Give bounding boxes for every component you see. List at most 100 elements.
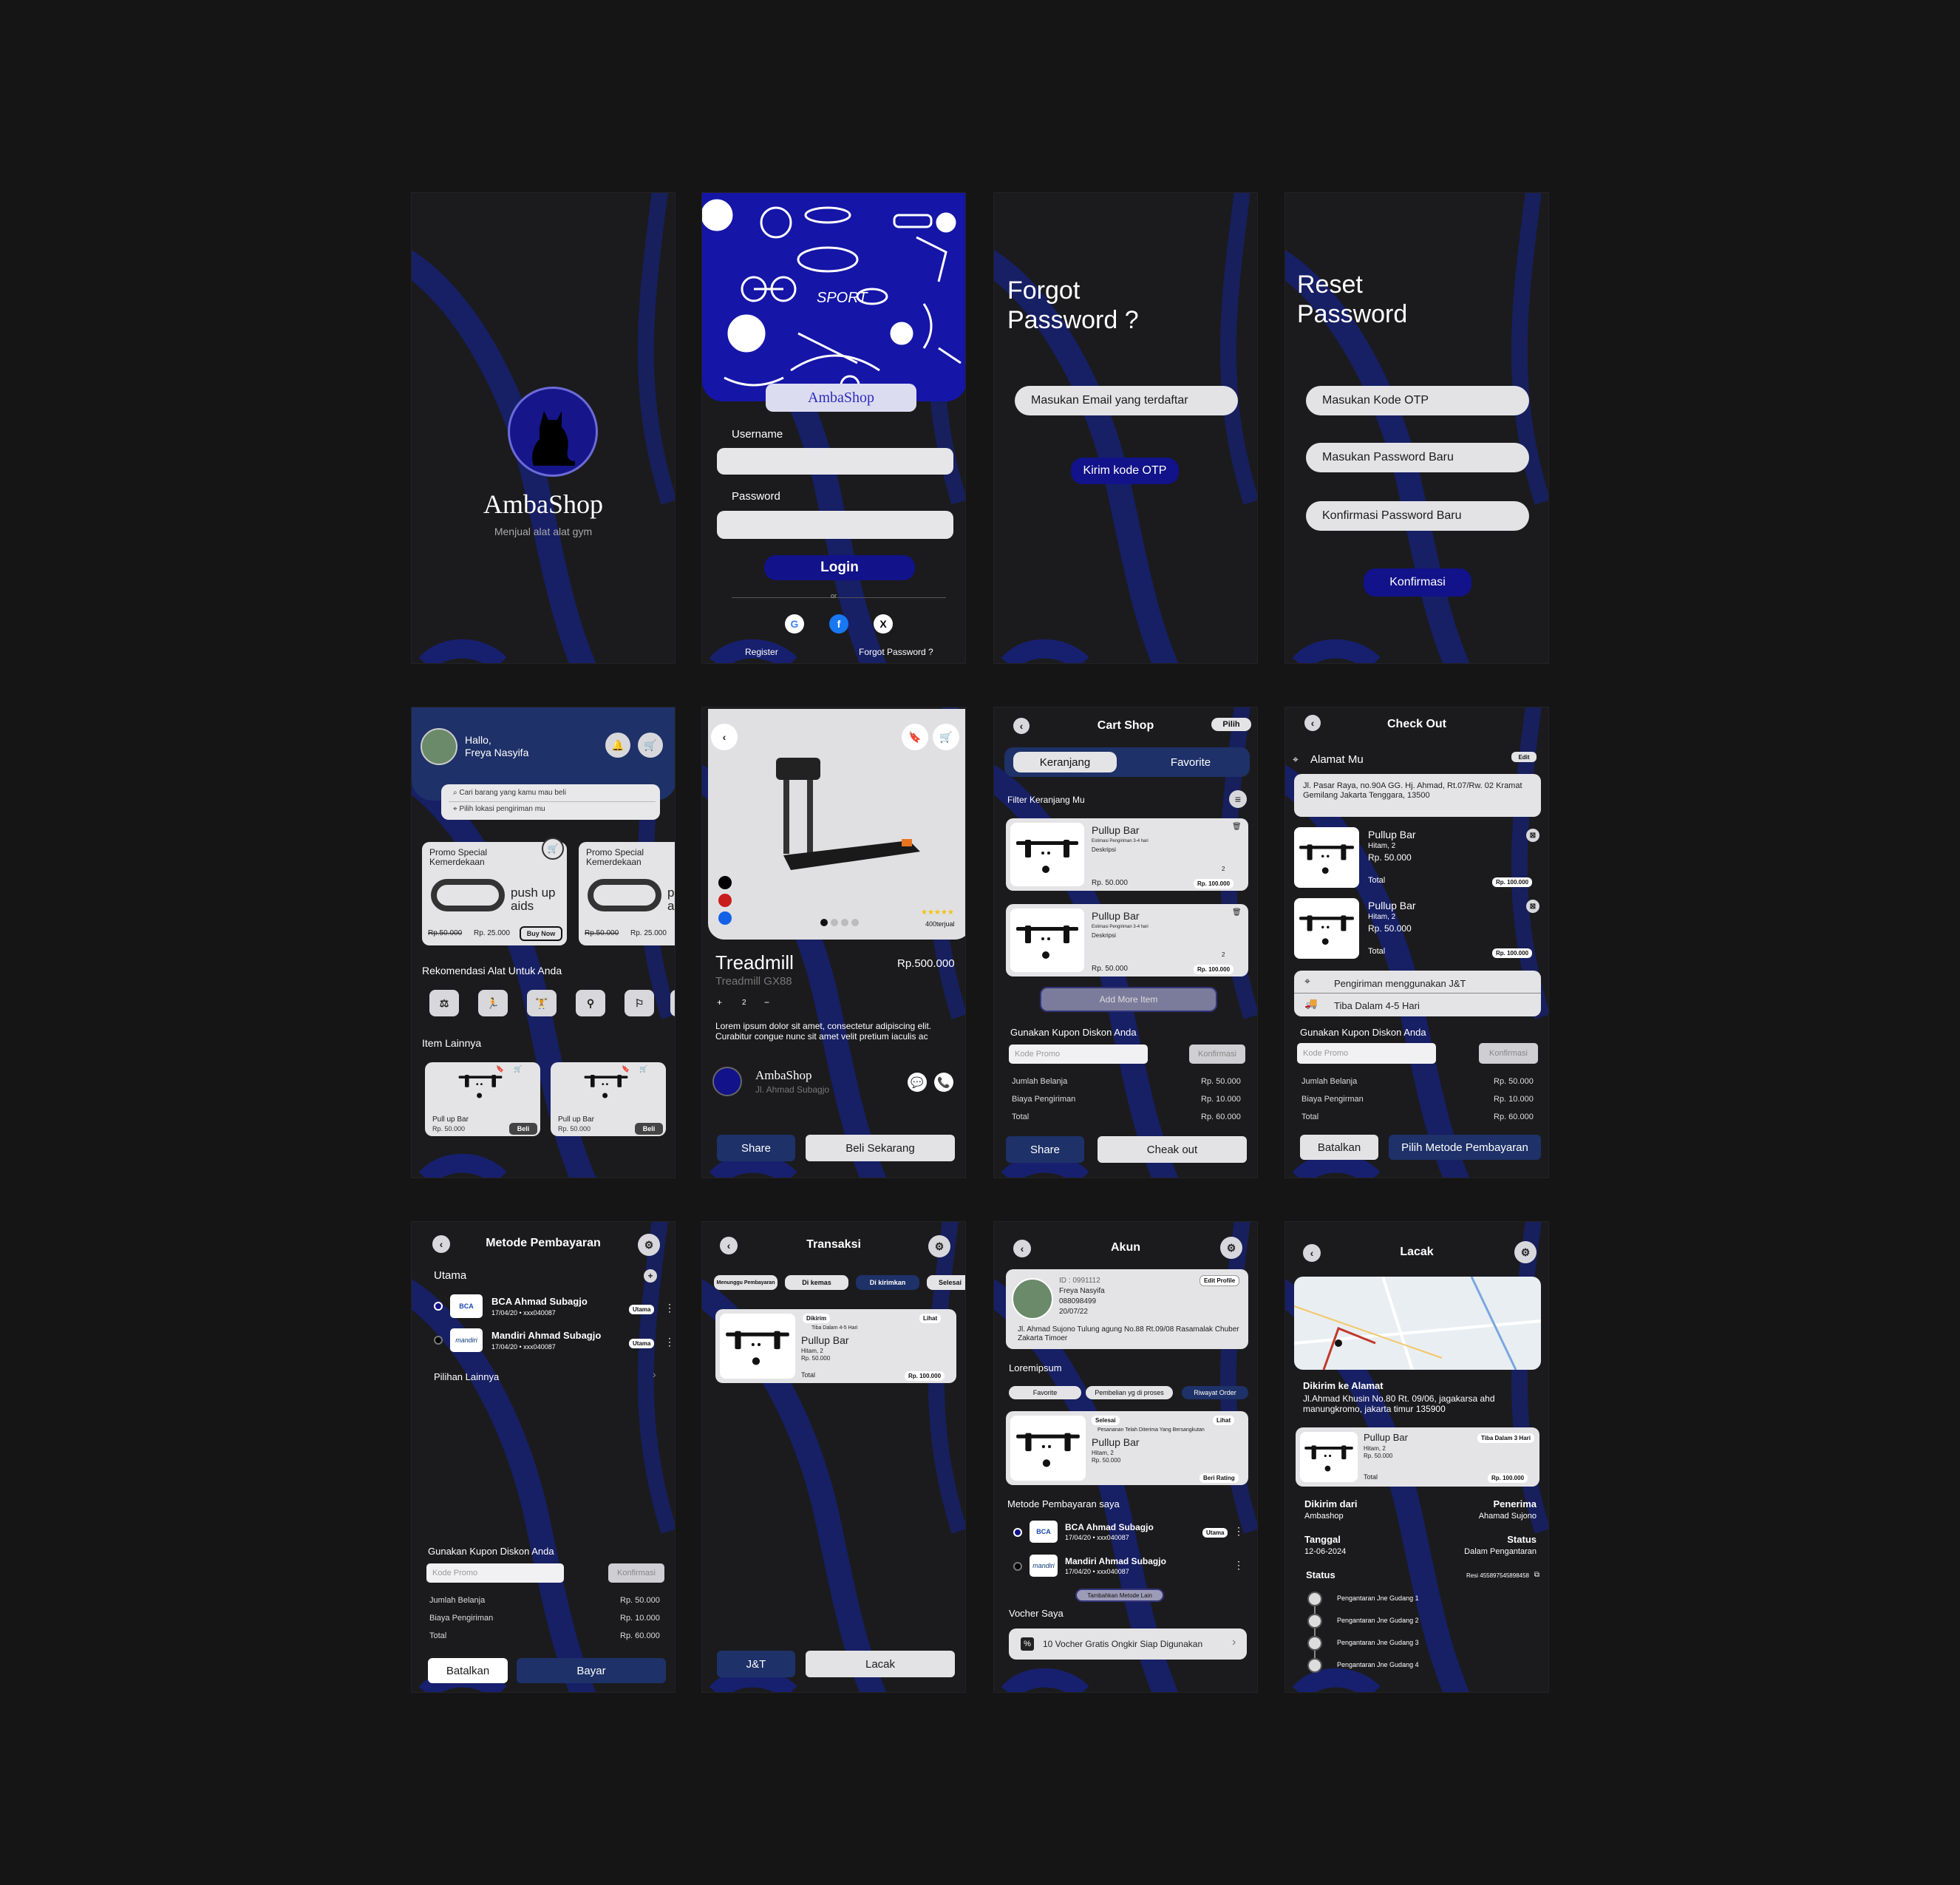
- settings-icon[interactable]: ⚙: [1514, 1241, 1537, 1263]
- delete-icon[interactable]: ⊠: [1526, 900, 1539, 913]
- kettlebell-icon[interactable]: ⚲: [576, 990, 605, 1016]
- buy-now-button[interactable]: Buy Now: [520, 926, 562, 941]
- voucher-card[interactable]: % 10 Vocher Gratis Ongkir Siap Digunakan…: [1009, 1628, 1247, 1660]
- confirm-password-field[interactable]: Konfirmasi Password Baru: [1306, 501, 1529, 531]
- cart-item[interactable]: Pullup Bar Estimasi Pengiriman 3-4 hari …: [1006, 818, 1248, 891]
- tab-favorite[interactable]: Favorite: [1009, 1386, 1081, 1399]
- tab-order-history[interactable]: Riwayat Order: [1182, 1386, 1248, 1399]
- login-button[interactable]: Login: [764, 555, 915, 580]
- location-input[interactable]: ⌖ Pilih lokasi pengiriman mu: [453, 805, 545, 813]
- coupon-input[interactable]: Kode Promo: [1297, 1043, 1436, 1064]
- tab-packed[interactable]: Di kemas: [785, 1275, 848, 1290]
- map-view[interactable]: [1294, 1277, 1541, 1370]
- promo-card[interactable]: Promo Special Kemerdekaan p a Rp.50.000 …: [579, 842, 675, 945]
- buy-button[interactable]: Beli: [635, 1123, 663, 1135]
- forgot-password-link[interactable]: Forgot Password ?: [859, 647, 933, 657]
- otp-field[interactable]: Masukan Kode OTP: [1306, 386, 1529, 415]
- shipping-box[interactable]: ⌖ Pengiriman menggunakan J&T 🚚 Tiba Dala…: [1294, 971, 1541, 1016]
- item-card[interactable]: 🔖 🛒 Pull up Bar Rp. 50.000 Beli: [551, 1062, 666, 1136]
- settings-icon[interactable]: ⚙: [1220, 1237, 1242, 1259]
- color-black[interactable]: [718, 876, 732, 889]
- radio-unselected[interactable]: [434, 1336, 443, 1345]
- select-button[interactable]: Pilih: [1211, 718, 1251, 731]
- bench-icon[interactable]: ⚐: [625, 990, 654, 1016]
- add-method-button[interactable]: Tambahkan Metode Lain: [1075, 1589, 1164, 1602]
- color-blue[interactable]: [718, 911, 732, 925]
- search-input[interactable]: ⌕ Cari barang yang kamu mau beli: [453, 789, 566, 797]
- tab-cart[interactable]: Keranjang: [1013, 752, 1117, 772]
- barbell-icon[interactable]: 🏋: [527, 990, 557, 1016]
- edit-profile-button[interactable]: Edit Profile: [1200, 1275, 1240, 1286]
- tab-waiting-payment[interactable]: Menunggu Pembayaran: [714, 1275, 777, 1290]
- coupon-input[interactable]: Kode Promo: [426, 1563, 564, 1583]
- more-options-icon[interactable]: ⋮: [664, 1336, 675, 1348]
- facebook-icon[interactable]: f: [829, 614, 848, 634]
- view-button[interactable]: Lihat: [1213, 1416, 1235, 1425]
- pay-button[interactable]: Bayar: [517, 1658, 666, 1683]
- copy-icon[interactable]: ⧉: [1534, 1571, 1539, 1579]
- cart-icon[interactable]: 🛒: [514, 1065, 522, 1073]
- coupon-confirm-button[interactable]: Konfirmasi: [608, 1563, 664, 1583]
- buy-now-button[interactable]: Beli Sekarang: [806, 1135, 955, 1161]
- coupon-confirm-button[interactable]: Konfirmasi: [1479, 1043, 1538, 1064]
- more-category-icon[interactable]: [670, 990, 675, 1016]
- register-link[interactable]: Register: [745, 647, 778, 657]
- radio-selected[interactable]: [1013, 1528, 1022, 1537]
- password-input[interactable]: [717, 511, 953, 539]
- treadmill-icon[interactable]: 🏃: [478, 990, 508, 1016]
- qty-minus[interactable]: −: [764, 997, 769, 1008]
- back-icon[interactable]: ‹: [711, 724, 738, 750]
- other-options-link[interactable]: Pilihan Lainnya: [434, 1371, 499, 1382]
- tab-favorite[interactable]: Favorite: [1139, 752, 1242, 772]
- settings-icon[interactable]: ⚙: [638, 1234, 660, 1256]
- delete-icon[interactable]: ⊠: [1526, 829, 1539, 842]
- radio-selected[interactable]: [434, 1302, 443, 1311]
- settings-icon[interactable]: ⚙: [928, 1235, 950, 1257]
- more-options-icon[interactable]: ⋮: [1233, 1559, 1244, 1572]
- transaction-item[interactable]: Dikirim Lihat Tiba Dalam 4-5 Hari Pullup…: [715, 1309, 956, 1383]
- edit-button[interactable]: Edit: [1511, 752, 1537, 762]
- item-card[interactable]: 🔖 🛒 Pull up Bar Rp. 50.000 Beli: [425, 1062, 540, 1136]
- payment-method-button[interactable]: Pilih Metode Pembayaran: [1389, 1135, 1541, 1160]
- color-red[interactable]: [718, 894, 732, 907]
- order-item[interactable]: Selesai Lihat Pesananan Telah Diterima Y…: [1006, 1411, 1248, 1485]
- promo-card[interactable]: Promo Special Kemerdekaan 🛒 push up aids…: [422, 838, 567, 945]
- bookmark-icon[interactable]: 🔖: [622, 1065, 630, 1073]
- rate-button[interactable]: Beri Rating: [1200, 1473, 1239, 1483]
- bell-icon[interactable]: 🔔: [605, 733, 630, 758]
- phone-icon[interactable]: 📞: [934, 1073, 953, 1092]
- cart-icon[interactable]: 🛒: [638, 733, 663, 758]
- dumbbell-icon[interactable]: ⚖: [429, 990, 459, 1016]
- cart-icon[interactable]: 🛒: [933, 724, 959, 750]
- avatar[interactable]: [1012, 1278, 1053, 1320]
- avatar[interactable]: [421, 728, 457, 765]
- cart-icon[interactable]: 🛒: [639, 1065, 647, 1073]
- filter-icon[interactable]: ≡: [1229, 790, 1247, 808]
- more-options-icon[interactable]: ⋮: [1233, 1525, 1244, 1538]
- chat-icon[interactable]: 💬: [908, 1073, 927, 1092]
- share-button[interactable]: Share: [717, 1135, 795, 1161]
- cancel-button[interactable]: Batalkan: [428, 1658, 508, 1683]
- qty-plus[interactable]: +: [717, 997, 722, 1008]
- coupon-confirm-button[interactable]: Konfirmasi: [1189, 1045, 1245, 1064]
- tab-in-process[interactable]: Pembelian yg di proses: [1086, 1386, 1173, 1399]
- seller-avatar[interactable]: [712, 1067, 742, 1096]
- radio-unselected[interactable]: [1013, 1562, 1022, 1571]
- tab-shipped[interactable]: Di kirimkan: [856, 1275, 919, 1290]
- trash-icon[interactable]: 🗑: [1232, 908, 1242, 917]
- courier-button[interactable]: J&T: [717, 1651, 795, 1677]
- send-otp-button[interactable]: Kirim kode OTP: [1071, 458, 1179, 484]
- bookmark-icon[interactable]: 🔖: [496, 1065, 504, 1073]
- add-icon[interactable]: +: [644, 1269, 657, 1283]
- track-button[interactable]: Lacak: [806, 1651, 955, 1677]
- buy-button[interactable]: Beli: [509, 1123, 537, 1135]
- view-button[interactable]: Lihat: [919, 1314, 942, 1323]
- username-input[interactable]: [717, 448, 953, 475]
- cancel-button[interactable]: Batalkan: [1300, 1135, 1378, 1160]
- share-button[interactable]: Share: [1006, 1136, 1084, 1163]
- cart-icon[interactable]: 🛒: [542, 838, 564, 860]
- new-password-field[interactable]: Masukan Password Baru: [1306, 443, 1529, 472]
- bookmark-icon[interactable]: 🔖: [902, 724, 928, 750]
- chevron-right-icon[interactable]: ›: [653, 1368, 656, 1380]
- add-more-button[interactable]: Add More Item: [1040, 987, 1217, 1012]
